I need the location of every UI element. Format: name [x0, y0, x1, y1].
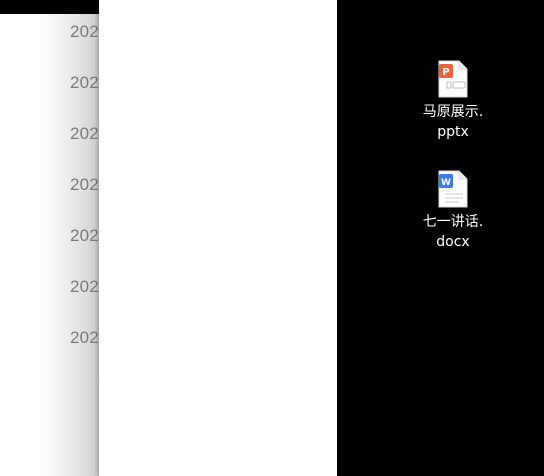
date-label[interactable]: 202: [70, 328, 99, 348]
file-name-line1: 七一讲话.: [422, 214, 484, 230]
desktop-area[interactable]: P 马原展示. pptx W 七一讲话. docx: [337, 0, 544, 476]
file-name-line2: pptx: [437, 124, 469, 140]
screen: 202 202 202 202 202 202 202 P 马原展示. pptx: [0, 0, 544, 476]
pptx-badge-letter: P: [442, 67, 449, 78]
blank-window-panel: [99, 0, 337, 476]
docx-badge-letter: W: [441, 178, 451, 188]
date-label[interactable]: 202: [70, 22, 99, 42]
pptx-file-icon: P: [438, 60, 468, 98]
desktop-icon-pptx[interactable]: P 马原展示. pptx: [408, 60, 498, 142]
desktop-icon-docx[interactable]: W 七一讲话. docx: [408, 170, 498, 252]
date-label[interactable]: 202: [70, 175, 99, 195]
left-window-date-list: 202 202 202 202 202 202 202: [0, 14, 99, 476]
docx-file-icon: W: [438, 170, 468, 208]
date-label[interactable]: 202: [70, 277, 99, 297]
file-name-line2: docx: [436, 234, 470, 250]
date-label[interactable]: 202: [70, 124, 99, 144]
file-name-line1: 马原展示.: [422, 104, 484, 120]
date-label[interactable]: 202: [70, 226, 99, 246]
date-label[interactable]: 202: [70, 73, 99, 93]
